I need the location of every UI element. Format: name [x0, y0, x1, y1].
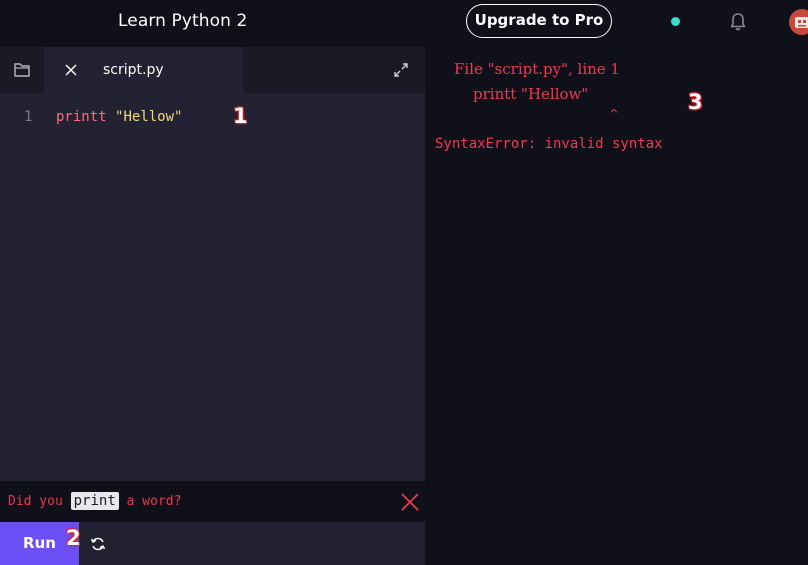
- code-line[interactable]: 1 printt "Hellow": [0, 109, 425, 129]
- close-hint-icon[interactable]: [400, 492, 420, 512]
- tab-label: script.py: [103, 62, 164, 78]
- output-line: printt "Hellow": [473, 85, 589, 103]
- bell-icon[interactable]: [727, 11, 749, 33]
- avatar-icon[interactable]: [789, 9, 808, 35]
- status-dot-icon: [671, 17, 680, 26]
- line-number: 1: [24, 109, 33, 125]
- app-title: Learn Python 2: [118, 11, 248, 31]
- output-line: File "script.py", line 1: [454, 60, 620, 78]
- annotation-marker-3: 3: [688, 90, 703, 114]
- code-editor-panel: script.py 1 printt "Hellow": [0, 47, 425, 481]
- upgrade-to-pro-button[interactable]: Upgrade to Pro: [466, 4, 612, 38]
- folder-icon[interactable]: [0, 47, 44, 93]
- hint-bar: Did you print a word?: [0, 481, 425, 522]
- annotation-marker-2: 2: [66, 526, 81, 550]
- run-bar: Run: [0, 522, 425, 565]
- code-text[interactable]: printt "Hellow": [56, 109, 182, 125]
- editor-tab-bar: script.py: [0, 47, 425, 93]
- output-console: File "script.py", line 1 printt "Hellow"…: [425, 47, 808, 565]
- code-string: "Hellow": [115, 109, 183, 125]
- refresh-icon[interactable]: [89, 535, 107, 553]
- tab-script-py[interactable]: script.py: [44, 47, 243, 93]
- output-caret: ^: [609, 107, 620, 121]
- hint-suffix: a word?: [118, 494, 182, 509]
- hint-prefix: Did you: [8, 494, 71, 509]
- expand-icon[interactable]: [391, 60, 411, 80]
- hint-suggested-word: print: [70, 492, 119, 510]
- code-keyword: printt: [56, 109, 107, 125]
- top-bar: Learn Python 2 Upgrade to Pro: [0, 0, 808, 47]
- hint-message: Did you print a word?: [8, 492, 182, 510]
- annotation-marker-1: 1: [233, 104, 248, 128]
- close-tab-icon[interactable]: [62, 61, 80, 79]
- syntax-error-line: SyntaxError: invalid syntax: [435, 136, 663, 152]
